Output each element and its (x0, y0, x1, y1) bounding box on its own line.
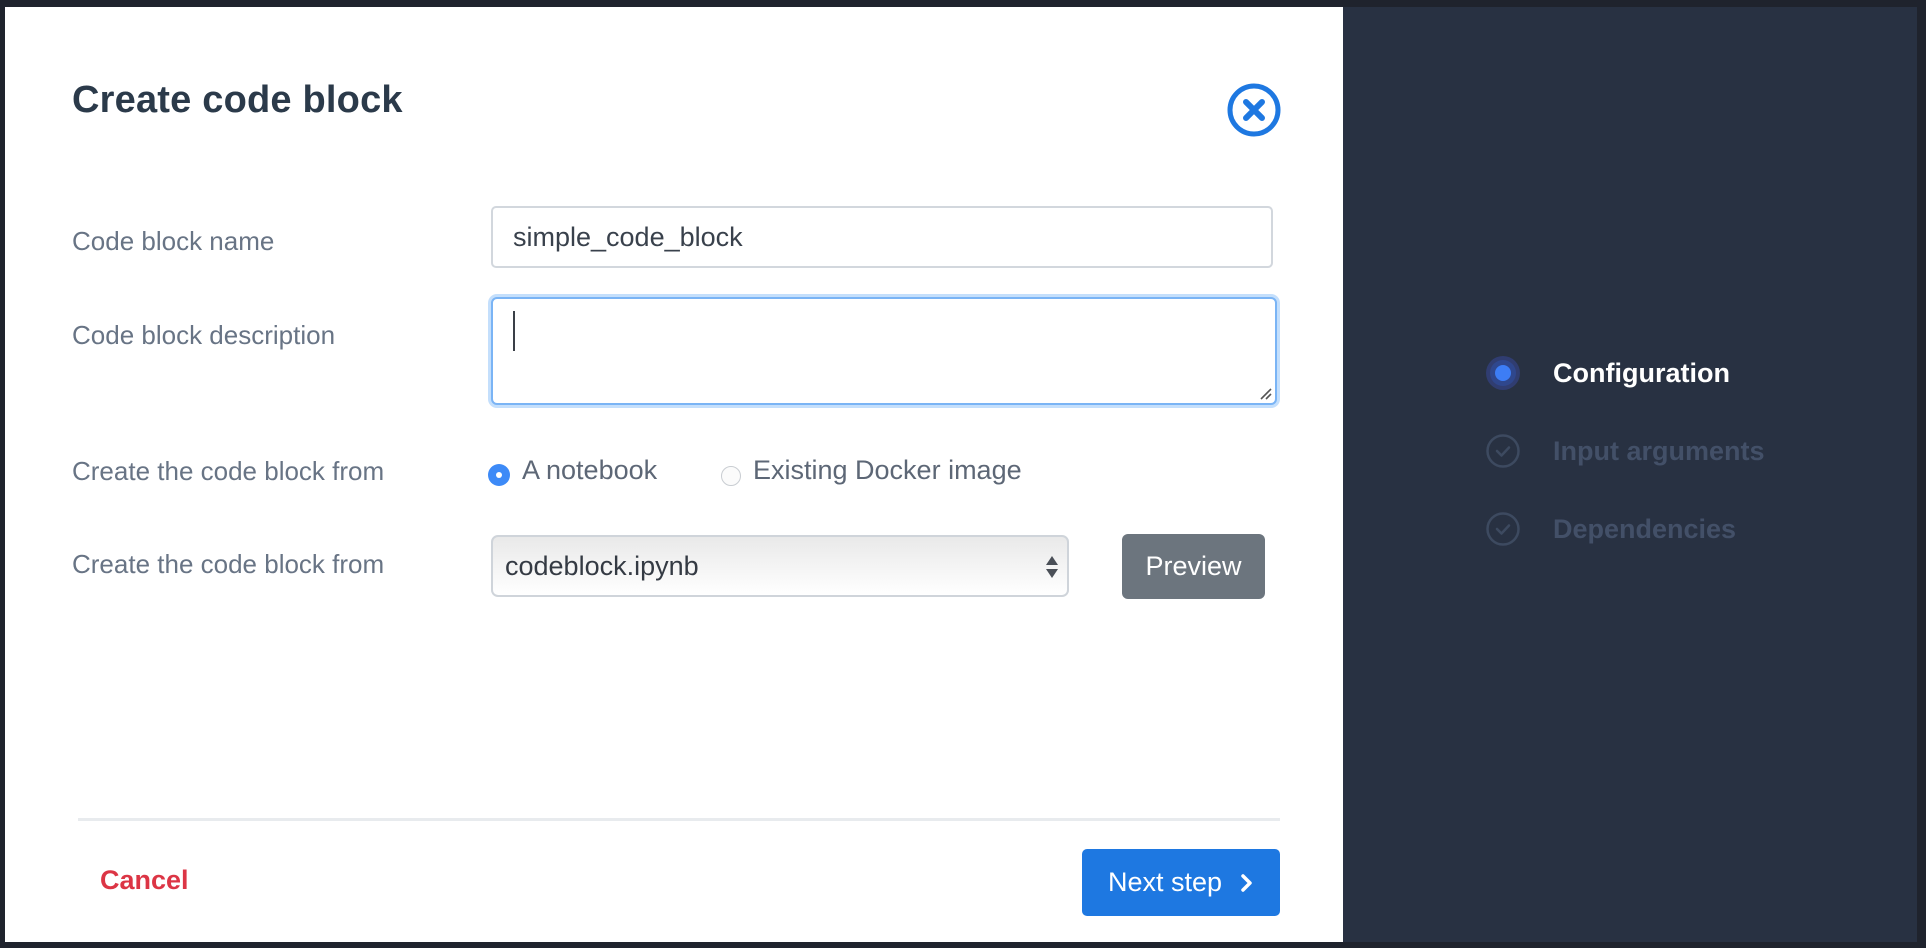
source-file-label: Create the code block from (72, 549, 385, 579)
preview-button[interactable]: Preview (1122, 534, 1265, 599)
step-label: Configuration (1553, 357, 1730, 388)
text-caret (513, 311, 515, 351)
resize-handle-icon[interactable] (1258, 386, 1272, 400)
code-block-name-input[interactable] (491, 206, 1273, 268)
close-button[interactable] (1222, 78, 1286, 142)
next-step-button[interactable]: Next step (1082, 849, 1280, 916)
code-block-name-label: Code block name (72, 226, 275, 256)
code-block-description-textarea[interactable] (491, 297, 1277, 405)
step-label: Dependencies (1553, 513, 1737, 544)
step-dependencies: Dependencies (1482, 508, 1736, 550)
source-file-select[interactable]: codeblock.ipynb (491, 535, 1069, 597)
code-block-description-label: Code block description (72, 320, 336, 350)
active-step-dot-icon (1486, 356, 1520, 390)
chevron-right-icon (1241, 873, 1252, 892)
source-type-label: Create the code block from (72, 456, 385, 486)
cancel-button[interactable]: Cancel (100, 865, 189, 896)
footer-divider (78, 818, 1280, 821)
radio-label: A notebook (522, 455, 658, 485)
modal-title: Create code block (72, 79, 403, 121)
radio-checked-icon[interactable] (488, 463, 510, 486)
radio-label: Existing Docker image (753, 455, 1022, 485)
radio-unchecked-icon[interactable] (721, 465, 741, 486)
select-arrows-icon (1046, 556, 1058, 578)
step-configuration: Configuration (1482, 352, 1730, 394)
check-circle-icon (1486, 434, 1520, 468)
create-code-block-modal: Create code block Code block name Code b… (5, 7, 1343, 942)
wizard-steps-panel (1343, 7, 1917, 942)
next-step-label: Next step (1107, 867, 1223, 897)
step-label: Input arguments (1553, 435, 1765, 466)
check-circle-icon (1486, 512, 1520, 546)
select-value: codeblock.ipynb (505, 551, 699, 581)
close-circle-icon (1227, 83, 1281, 137)
radio-existing-docker-image[interactable]: Existing Docker image (721, 455, 1022, 486)
step-input-arguments: Input arguments (1482, 430, 1765, 472)
radio-a-notebook[interactable]: A notebook (488, 455, 657, 486)
